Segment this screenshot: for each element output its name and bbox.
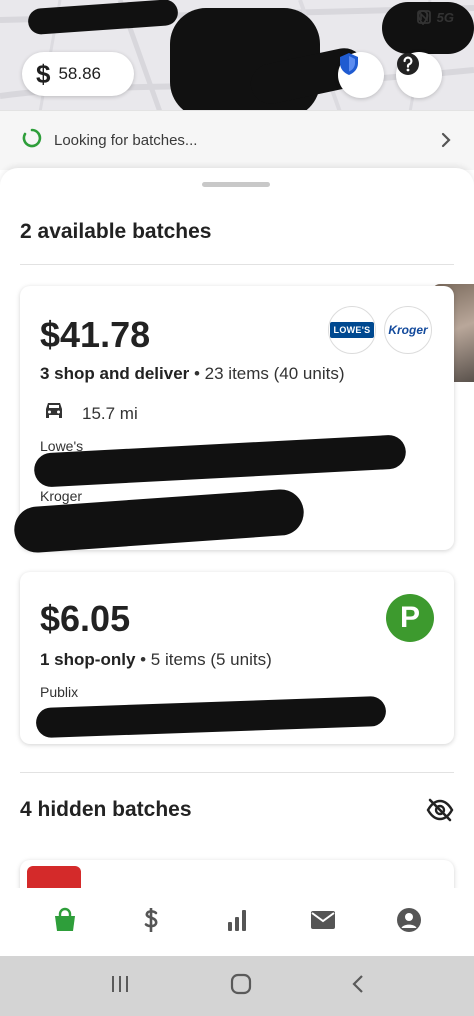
status-bar: 5G	[416, 10, 454, 25]
batch-items: • 5 items (5 units)	[135, 650, 272, 669]
batch-card[interactable]: $6.05 1 shop-only • 5 items (5 units) Pu…	[20, 572, 454, 744]
batch-price: $6.05	[40, 598, 131, 639]
bag-icon	[52, 907, 78, 938]
batch-distance: 15.7 mi	[82, 403, 138, 423]
network-indicator: 5G	[436, 10, 454, 25]
eye-off-icon[interactable]	[426, 798, 454, 827]
batch-items: • 23 items (40 units)	[189, 364, 345, 383]
available-batches-title: 2 available batches	[20, 220, 212, 243]
store-name: Publix	[40, 684, 79, 700]
batches-sheet[interactable]: 2 available batches $41.78 3 shop and de…	[0, 168, 474, 888]
nav-ratings[interactable]	[211, 896, 263, 948]
bottom-navigation	[0, 888, 474, 956]
store-name: Kroger	[40, 488, 83, 504]
batch-description: 3 shop and deliver • 23 items (40 units)	[40, 364, 345, 384]
lowes-logo: LOWE'S	[328, 306, 376, 354]
dollar-icon	[141, 906, 161, 939]
earnings-symbol: $	[36, 59, 51, 89]
spinner-icon	[22, 128, 42, 153]
batch-type: 3 shop and deliver	[40, 364, 190, 383]
safety-button[interactable]	[338, 52, 384, 98]
bar-chart-icon	[225, 908, 249, 937]
batch-distance-row: 15.7 mi	[42, 400, 138, 427]
batch-type: 1 shop-only	[40, 650, 136, 669]
batch-card[interactable]: $41.78 3 shop and deliver • 23 items (40…	[12, 286, 454, 555]
earnings-amount: 58.86	[58, 64, 102, 83]
nav-account[interactable]	[383, 896, 435, 948]
looking-status-text: Looking for batches...	[54, 132, 198, 149]
mail-icon	[310, 910, 336, 935]
redaction	[33, 434, 407, 488]
divider	[20, 264, 454, 265]
chevron-right-icon	[440, 131, 452, 154]
system-navigation-bar	[0, 956, 474, 1016]
nav-batches[interactable]	[39, 896, 91, 948]
recents-icon[interactable]	[109, 974, 131, 999]
map-view[interactable]: 5G $ 58.86	[0, 0, 474, 112]
batch-description: 1 shop-only • 5 items (5 units)	[40, 650, 272, 670]
sheet-drag-handle[interactable]	[202, 182, 270, 187]
hidden-batch-card[interactable]	[20, 860, 454, 888]
home-icon[interactable]	[229, 972, 253, 1001]
nav-earnings[interactable]	[125, 896, 177, 948]
earnings-button[interactable]: $ 58.86	[22, 52, 134, 96]
back-icon[interactable]	[351, 973, 365, 1000]
hidden-batch-thumbnail	[27, 866, 81, 888]
redaction	[35, 695, 387, 739]
car-icon	[42, 400, 66, 427]
divider	[20, 772, 454, 773]
batch-price: $41.78	[40, 314, 151, 355]
looking-for-batches-bar[interactable]: Looking for batches...	[0, 110, 474, 170]
account-icon	[396, 907, 422, 938]
hidden-batches-title[interactable]: 4 hidden batches	[20, 798, 192, 822]
help-button[interactable]	[396, 52, 442, 98]
publix-logo: P	[386, 594, 434, 642]
nav-messages[interactable]	[297, 896, 349, 948]
kroger-logo: Kroger	[384, 306, 432, 354]
